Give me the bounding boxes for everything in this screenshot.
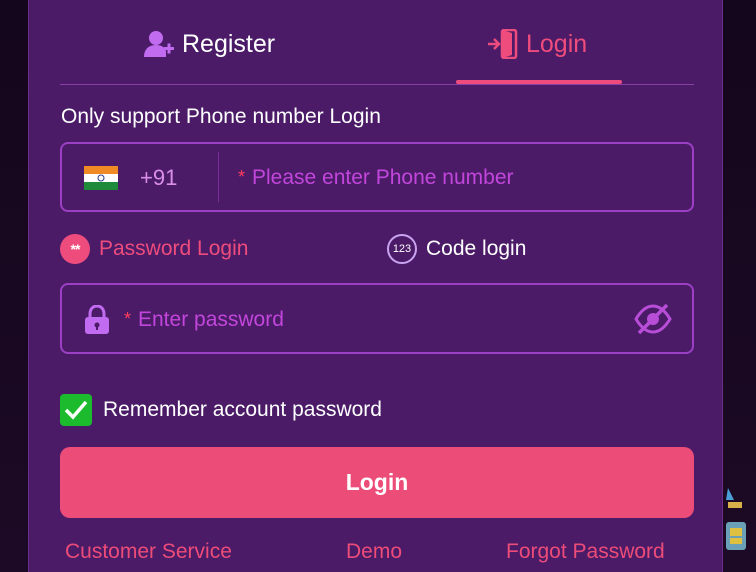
background-left-edge: [0, 0, 28, 572]
user-add-icon: [144, 31, 174, 57]
code-login-option[interactable]: 123 Code login: [387, 232, 526, 266]
code-login-label: Code login: [426, 237, 527, 260]
tab-login-label: Login: [526, 29, 588, 58]
india-flag-icon: [84, 166, 118, 190]
remember-password-label: Remember account password: [103, 398, 382, 421]
asterisk-badge-icon: **: [60, 234, 90, 264]
tab-login[interactable]: Login: [488, 24, 587, 64]
number-badge-icon: 123: [387, 234, 417, 264]
login-hint-text: Only support Phone number Login: [61, 105, 381, 128]
customer-service-link[interactable]: Customer Service: [65, 540, 232, 564]
password-field: *: [60, 283, 694, 354]
password-input[interactable]: [136, 304, 610, 336]
lock-icon: [85, 305, 109, 334]
country-code-selector[interactable]: +91: [140, 165, 177, 191]
phone-number-input[interactable]: [250, 162, 674, 194]
remember-password-checkbox[interactable]: Remember account password: [60, 393, 382, 427]
phone-field: +91 *: [60, 142, 694, 212]
robot-mascot-icon: [726, 488, 746, 550]
login-submit-button[interactable]: Login: [60, 447, 694, 518]
door-enter-icon: [488, 29, 518, 59]
required-marker: *: [238, 167, 246, 187]
phone-divider: [218, 152, 219, 202]
login-panel: Register Login Only support Phone number…: [28, 0, 723, 572]
demo-link[interactable]: Demo: [346, 540, 402, 564]
tab-register[interactable]: Register: [144, 24, 275, 64]
password-login-option[interactable]: ** Password Login: [60, 232, 248, 266]
auth-tabs: Register Login: [60, 0, 694, 85]
eye-slash-icon[interactable]: [634, 302, 672, 336]
checkmark-icon: [64, 400, 88, 420]
tab-register-label: Register: [182, 29, 276, 58]
checkbox-checked[interactable]: [60, 394, 92, 426]
required-marker: *: [124, 309, 132, 329]
password-login-label: Password Login: [99, 237, 249, 260]
active-tab-indicator: [456, 80, 622, 84]
forgot-password-link[interactable]: Forgot Password: [506, 540, 665, 564]
